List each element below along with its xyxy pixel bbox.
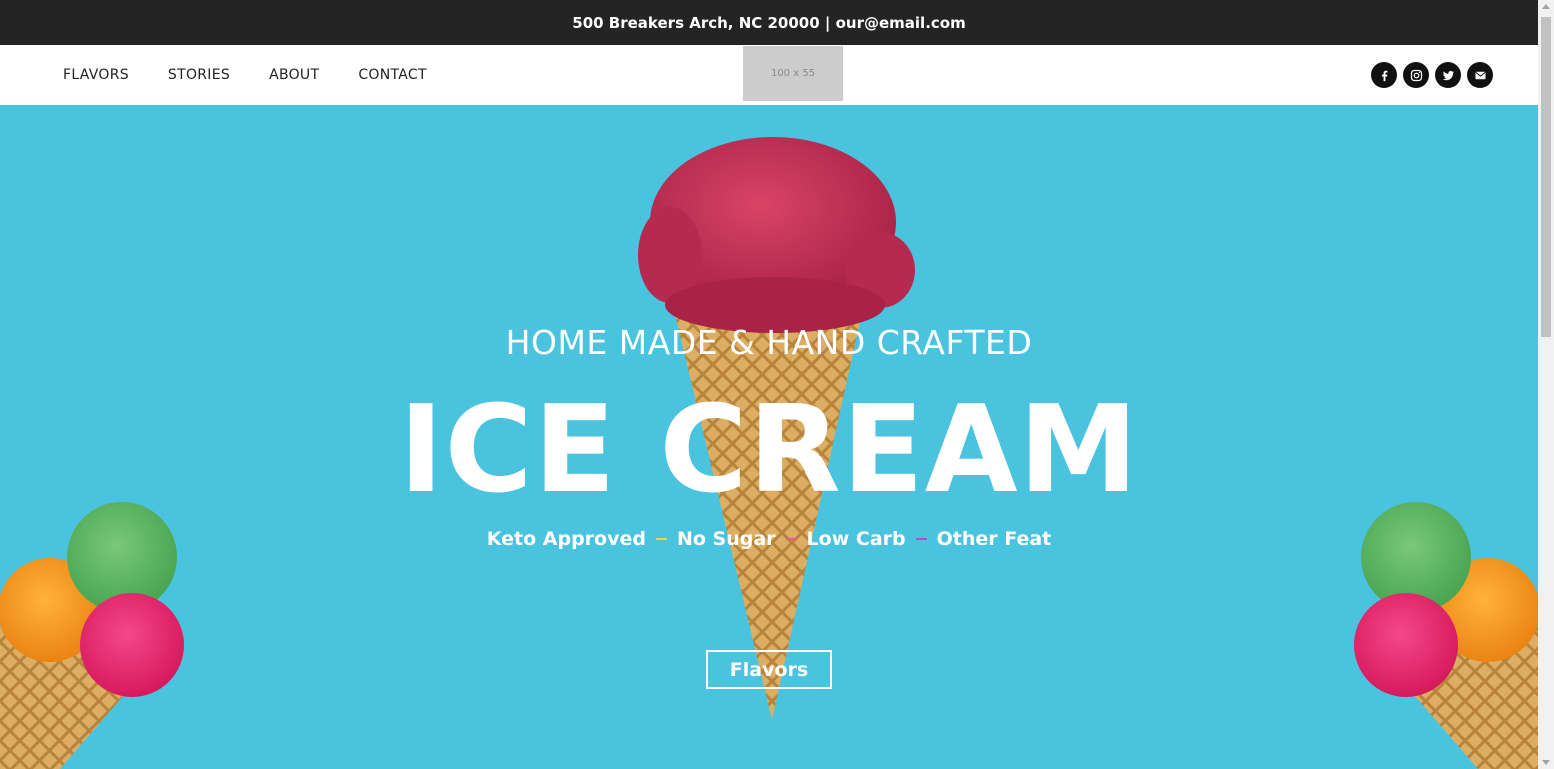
- flavors-button[interactable]: Flavors: [706, 650, 832, 689]
- email-icon[interactable]: [1467, 62, 1493, 88]
- hero-title: ICE CREAM: [398, 381, 1140, 520]
- page: 500 Breakers Arch, NC 20000 | our@email.…: [0, 0, 1554, 769]
- nav-link-flavors[interactable]: FLAVORS: [63, 67, 129, 83]
- feature-no-sugar: No Sugar: [676, 528, 776, 550]
- nav-links: FLAVORS STORIES ABOUT CONTACT: [63, 45, 466, 105]
- contact-topbar: 500 Breakers Arch, NC 20000 | our@email.…: [0, 0, 1538, 45]
- feature-separator: [915, 538, 927, 540]
- hero-subtitle: HOME MADE & HAND CRAFTED: [505, 323, 1033, 362]
- twitter-icon[interactable]: [1435, 62, 1461, 88]
- scroll-up-icon[interactable]: [1542, 4, 1550, 9]
- logo-placeholder-text: 100 x 55: [770, 68, 816, 79]
- nav-link-about[interactable]: ABOUT: [269, 67, 319, 83]
- feature-list: Keto Approved No Sugar Low Carb Other Fe…: [0, 528, 1538, 550]
- hero-section: HOME MADE & HAND CRAFTED ICE CREAM Keto …: [0, 105, 1538, 769]
- feature-keto: Keto Approved: [486, 528, 646, 550]
- feature-separator: [785, 538, 797, 540]
- instagram-icon[interactable]: [1403, 62, 1429, 88]
- scroll-thumb[interactable]: [1541, 17, 1551, 337]
- social-links: [1371, 62, 1493, 88]
- feature-separator: [655, 538, 667, 540]
- topbar-contact-text: 500 Breakers Arch, NC 20000 | our@email.…: [572, 13, 966, 32]
- page-scrollbar[interactable]: [1538, 0, 1554, 769]
- feature-other: Other Feat: [936, 528, 1052, 550]
- navbar: FLAVORS STORIES ABOUT CONTACT 100 x 55: [0, 45, 1538, 105]
- nav-link-contact[interactable]: CONTACT: [358, 67, 427, 83]
- nav-link-stories[interactable]: STORIES: [168, 67, 230, 83]
- logo-placeholder[interactable]: 100 x 55: [743, 46, 843, 101]
- feature-low-carb: Low Carb: [806, 528, 906, 550]
- scroll-down-icon[interactable]: [1542, 760, 1550, 765]
- facebook-icon[interactable]: [1371, 62, 1397, 88]
